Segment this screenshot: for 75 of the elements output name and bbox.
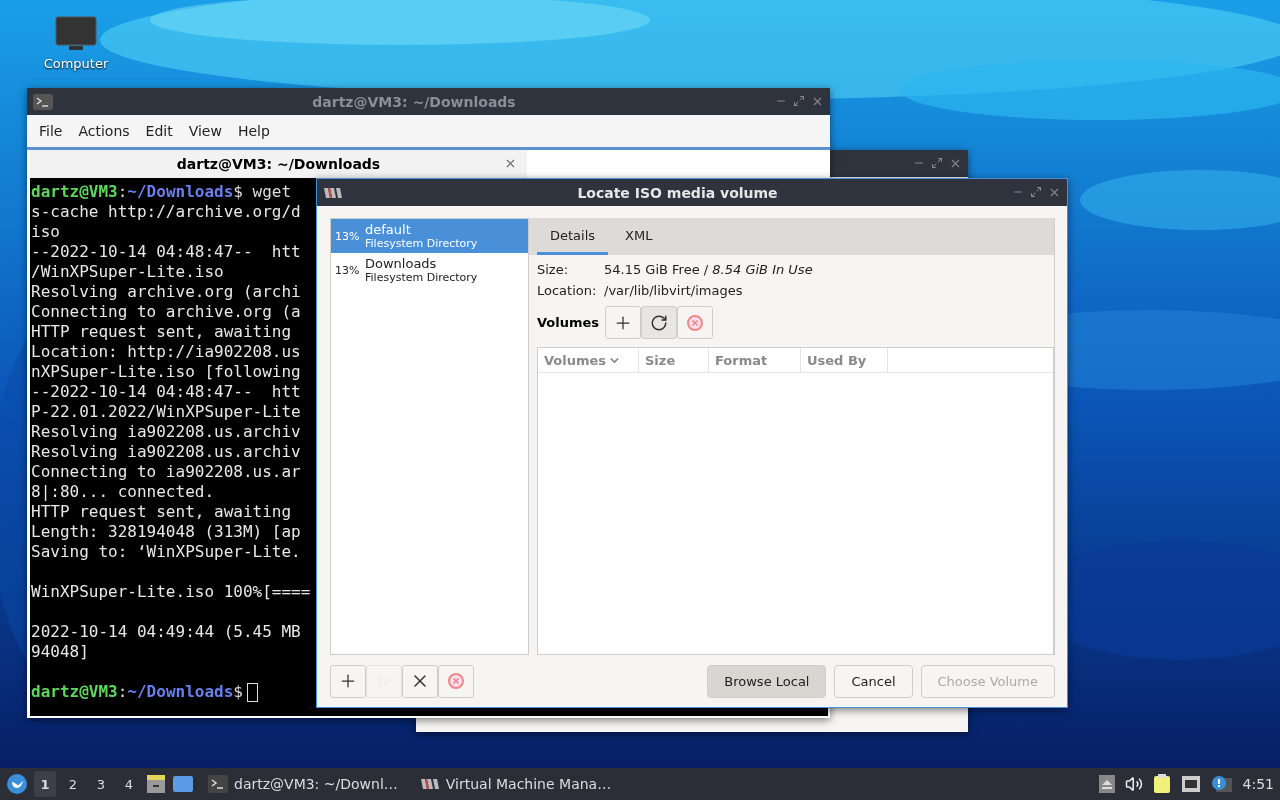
terminal-line: --2022-10-14 04:48:47-- htt [31, 382, 301, 402]
clock[interactable]: 4:51 [1242, 776, 1274, 792]
terminal-line: Location: http://ia902208.us [31, 342, 301, 362]
menu-item[interactable]: Edit [139, 119, 179, 143]
terminal-tab[interactable]: dartz@VM3: ~/Downloads [30, 150, 527, 178]
tab[interactable]: Details [537, 218, 609, 255]
delete-icon [686, 313, 705, 332]
menu-item[interactable]: Actions [72, 119, 136, 143]
close-icon[interactable] [1048, 186, 1061, 199]
maximize-icon[interactable] [1030, 186, 1042, 198]
volume-icon[interactable] [1124, 775, 1143, 793]
close-icon[interactable] [504, 157, 517, 170]
terminal-line: P-22.01.2022/WinXPSuper-Lite [31, 402, 301, 422]
taskbar-task[interactable]: dartz@VM3: ~/Downl… [200, 775, 406, 793]
terminal-line: dartz@VM3:~/Downloads$ wget [31, 182, 292, 202]
terminal-line: Connecting to archive.org (a [31, 302, 301, 322]
vm-logo-icon [323, 186, 343, 199]
terminal-line: --2022-10-14 04:48:47-- htt [31, 242, 301, 262]
close-icon[interactable] [811, 95, 824, 108]
terminal-icon [33, 93, 53, 110]
add-pool-button[interactable] [330, 664, 366, 698]
terminal-line: WinXPSuper-Lite.iso 100%[==== [31, 582, 311, 602]
refresh-icon [650, 313, 669, 332]
terminal-line: HTTP request sent, awaiting [31, 502, 292, 522]
terminal-line: Connecting to ia902208.us.ar [31, 462, 301, 482]
stop-pool-button[interactable] [402, 664, 438, 698]
dialog-button[interactable]: Browse Local [707, 664, 827, 698]
start-menu-icon[interactable] [6, 773, 28, 795]
vm-logo-icon [419, 778, 440, 790]
terminal-line: /WinXPSuper-Lite.iso [31, 262, 224, 282]
taskbar-task[interactable]: Virtual Machine Mana… [411, 776, 620, 792]
refresh-volume-button[interactable] [641, 306, 678, 339]
notification-icon[interactable] [1210, 775, 1233, 793]
menu-item[interactable]: View [182, 119, 228, 143]
menu-item[interactable]: File [33, 119, 69, 143]
location-value: /var/lib/libvirt/images [604, 283, 744, 298]
terminal-line: Resolving ia902208.us.archiv [31, 442, 301, 462]
terminal-icon [208, 775, 228, 793]
tab[interactable]: XML [612, 218, 666, 255]
monitor-icon[interactable] [55, 16, 97, 52]
clipboard-icon[interactable] [1152, 774, 1171, 794]
desktop-icon[interactable] [172, 775, 194, 793]
dialog-button[interactable]: Cancel [834, 664, 913, 698]
terminal-line: Resolving ia902208.us.archiv [31, 422, 301, 442]
terminal-line: dartz@VM3:~/Downloads$ [31, 682, 258, 702]
terminal-line: Saving to: ‘WinXPSuper-Lite. [31, 542, 301, 562]
workspace-button[interactable]: 3 [90, 771, 112, 797]
terminal-line: 94048] [31, 642, 89, 662]
terminal-line: Resolving archive.org (archi [31, 282, 301, 302]
workspace-button[interactable]: 1 [34, 771, 56, 797]
file-cabinet-icon[interactable] [146, 774, 166, 794]
maximize-icon[interactable] [931, 157, 943, 169]
workspace-button[interactable]: 4 [118, 771, 140, 797]
workspace-button[interactable]: 2 [62, 771, 84, 797]
terminal-line: iso [31, 222, 60, 242]
close-icon[interactable] [949, 157, 962, 170]
terminal-line: 2022-10-14 04:49:44 (5.45 MB [31, 622, 301, 642]
dialog-title: Locate ISO media volume [576, 184, 779, 201]
terminal-line: Length: 328194048 (313M) [ap [31, 522, 301, 542]
size-value: 54.15 GiB Free / 8.54 GiB In Use [604, 262, 814, 277]
network-icon[interactable] [1180, 775, 1201, 793]
delete-icon [447, 672, 465, 690]
location-label: Location: [537, 283, 598, 298]
terminal-line: 8|:80... connected. [31, 482, 215, 502]
maximize-icon[interactable] [793, 95, 805, 107]
terminal-line: s-cache http://archive.org/d [31, 202, 301, 222]
volumes-label: Volumes [537, 315, 600, 330]
terminal-line: HTTP request sent, awaiting [31, 322, 292, 342]
add-volume-button[interactable] [605, 306, 642, 339]
delete-pool-button[interactable] [438, 664, 474, 698]
eject-icon[interactable] [1098, 775, 1115, 793]
window-title: dartz@VM3: ~/Downloads [311, 93, 517, 110]
size-label: Size: [537, 262, 570, 277]
menu-item[interactable]: Help [231, 119, 276, 143]
terminal-line: nXPSuper-Lite.iso [following [31, 362, 301, 382]
